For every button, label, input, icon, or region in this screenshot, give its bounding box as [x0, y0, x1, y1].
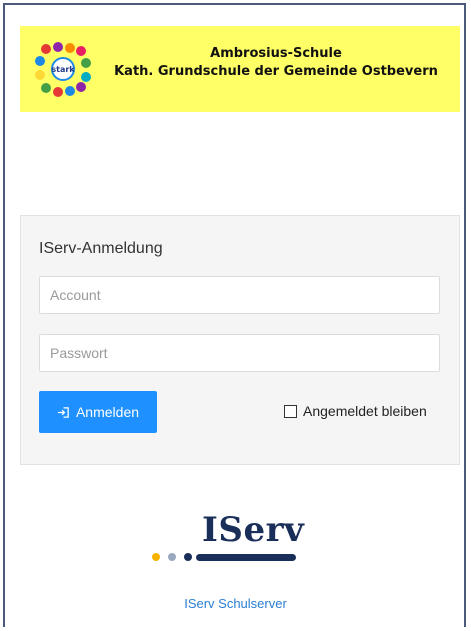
remember-toggle[interactable]: Angemeldet bleiben: [284, 403, 427, 419]
school-name: Ambrosius-Schule: [210, 46, 342, 61]
school-logo: stark: [35, 42, 91, 97]
login-icon: [57, 406, 69, 418]
iserv-schulserver-link[interactable]: IServ Schulserver: [0, 596, 471, 611]
logo-dot-icon: [168, 553, 176, 561]
remember-label: Angemeldet bleiben: [303, 403, 427, 419]
logo-bar: [196, 554, 296, 561]
logo-dot-icon: [152, 553, 160, 561]
login-title: IServ-Anmeldung: [39, 240, 163, 257]
logo-dot-icon: [184, 553, 192, 561]
school-banner: stark Ambrosius-Schule Kath. Grundschule…: [20, 26, 460, 112]
remember-checkbox[interactable]: [284, 404, 297, 418]
school-subtitle: Kath. Grundschule der Gemeinde Ostbevern: [114, 64, 438, 79]
login-button-label: Anmelden: [75, 404, 140, 420]
iserv-logo: IServ: [148, 510, 304, 564]
account-input[interactable]: [39, 276, 440, 314]
iserv-wordmark: IServ: [202, 510, 305, 550]
logo-text: stark: [51, 65, 75, 74]
login-form: IServ-Anmeldung Anmelden Angemeldet blei…: [20, 215, 460, 465]
login-button[interactable]: Anmelden: [39, 391, 157, 433]
password-input[interactable]: [39, 334, 440, 372]
